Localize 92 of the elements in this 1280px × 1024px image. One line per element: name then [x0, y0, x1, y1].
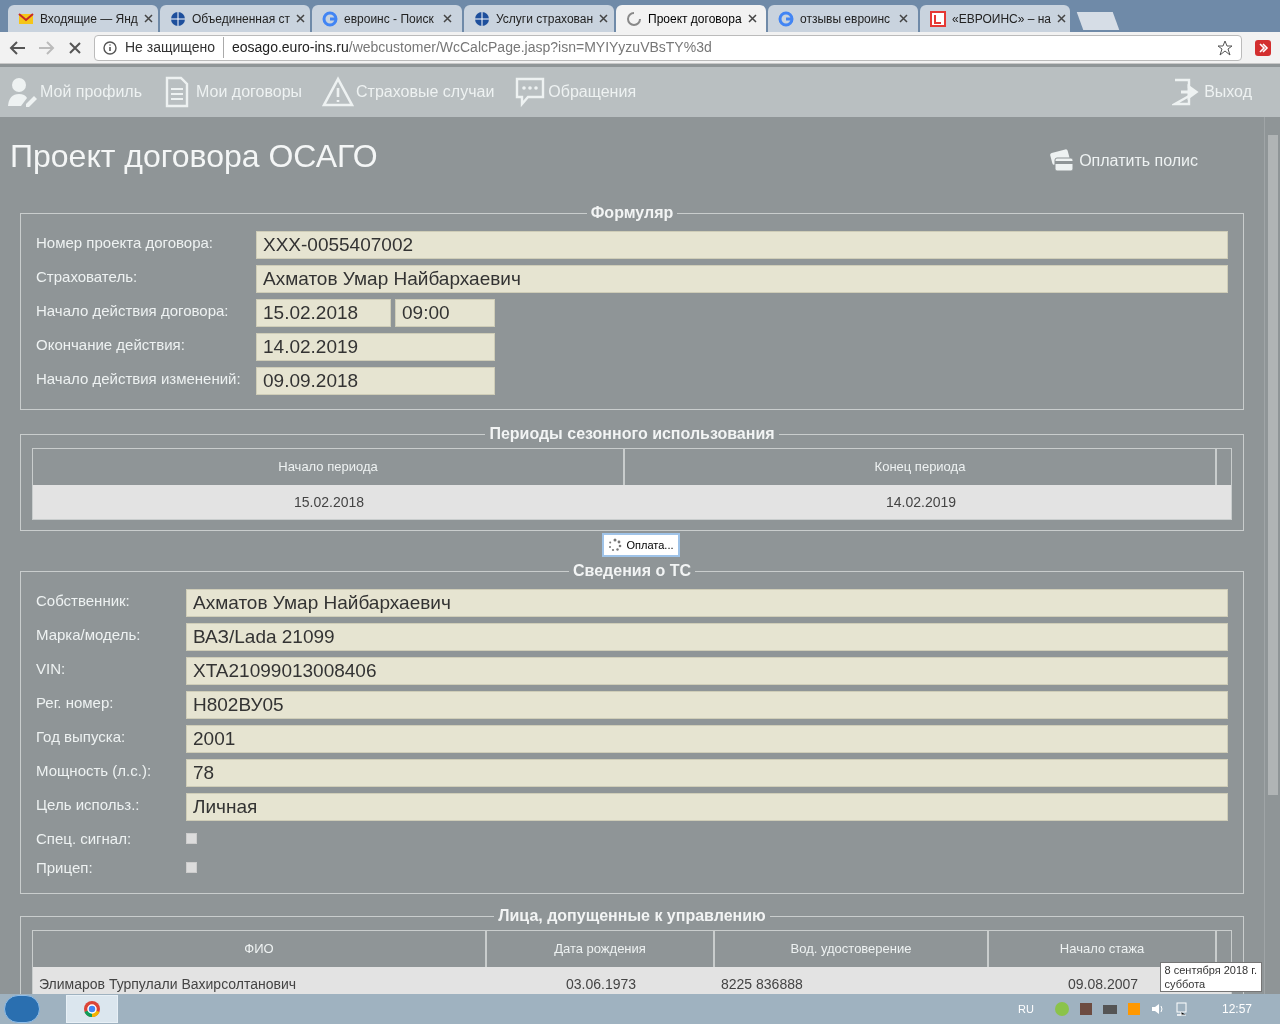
section-title: Формуляр [589, 203, 675, 223]
scrollbar[interactable] [1264, 117, 1280, 994]
table-cell-text: 15.02.2018 [293, 492, 365, 512]
loading-popup: Оплата... [602, 532, 680, 558]
field-label: Спец. сигнал: [36, 829, 133, 849]
checkbox[interactable] [186, 833, 197, 844]
field-label: Прицеп: [36, 858, 94, 878]
tooltip-line: суббота [1164, 977, 1207, 991]
field-label: Рег. номер: [36, 693, 115, 713]
globe-icon [170, 10, 186, 27]
input-field[interactable]: Ахматов Умар Найбархаевич [186, 589, 1228, 617]
close-icon[interactable] [443, 14, 452, 23]
tab-label: «ЕВРОИНС» – на [952, 10, 1052, 28]
tab-label: Услуги страхован [496, 10, 594, 28]
field-label: Начало действия договора: [36, 301, 230, 321]
browser-tab[interactable]: Входящие — Янд [8, 5, 158, 32]
field-label: Собственник: [36, 591, 131, 611]
payment-card-icon [1049, 149, 1076, 173]
mail-icon [18, 10, 34, 27]
table-cell-text: Элимаров Турпулали Вахирсолтанович [39, 974, 297, 994]
tab-label: евроинс - Поиск [344, 10, 435, 28]
field-label: Страхователь: [36, 267, 139, 287]
input-field[interactable]: 09.09.2018 [256, 367, 495, 395]
browser-tab[interactable]: Услуги страхован [464, 5, 614, 32]
field-label: VIN: [36, 659, 67, 679]
input-field[interactable]: 09:00 [395, 299, 495, 327]
input-field[interactable]: Н802ВУ05 [186, 691, 1228, 719]
browser-tab[interactable]: Проект договора [616, 5, 766, 32]
tab-label: Входящие — Янд [40, 10, 138, 28]
input-field[interactable]: 78 [186, 759, 1228, 787]
input-field[interactable]: Личная [186, 793, 1228, 821]
close-icon[interactable] [599, 14, 609, 23]
input-field[interactable]: 2001 [186, 725, 1228, 753]
tray-icon[interactable] [1077, 1001, 1094, 1017]
page-title: Проект договора ОСАГО [10, 137, 378, 176]
user-edit-icon [6, 76, 38, 108]
section-title: Периоды сезонного использования [488, 424, 776, 444]
speaker-icon[interactable] [1149, 1001, 1166, 1017]
input-field[interactable]: XTA21099013008406 [186, 657, 1228, 685]
browser-tab[interactable]: отзывы евроинс [768, 5, 918, 32]
tab-label: отзывы евроинс [800, 10, 892, 28]
field-label: Номер проекта договора: [36, 233, 214, 253]
close-icon[interactable] [296, 14, 305, 23]
close-icon[interactable] [899, 14, 908, 23]
field-label: Окончание действия: [36, 335, 186, 355]
checkbox[interactable] [186, 862, 197, 873]
speech-bubble-icon [514, 76, 547, 108]
g-letter-icon [322, 10, 338, 27]
close-icon[interactable] [143, 14, 153, 23]
input-field[interactable]: Ахматов Умар Найбархаевич [256, 265, 1228, 293]
back-icon[interactable] [8, 39, 26, 56]
browser-tab[interactable]: Объединенная ст [160, 5, 310, 32]
browser-icon [83, 1000, 101, 1018]
browser-tab[interactable]: «ЕВРОИНС» – на [920, 5, 1070, 32]
star-icon[interactable] [1217, 39, 1233, 56]
address-bar[interactable]: Не защищено eosago.euro-ins.ru/webcustomer/WcCalcPage.jasp?isn=MYIYyzuVBsTY%3d [94, 34, 1242, 61]
input-field[interactable]: 15.02.2018 [256, 299, 391, 327]
section-title: Лица, допущенные к управлению [497, 906, 767, 926]
field-label: Мощность (л.с.): [36, 761, 153, 781]
url-text: eosago.euro-ins.ru/webcustomer/WcCalcPage.jasp?isn=MYIYyzuVBsTY%3d [232, 38, 712, 57]
field-label: Цель использ.: [36, 795, 141, 815]
new-tab-button[interactable] [1076, 12, 1120, 30]
tab-label: Проект договора [648, 10, 742, 28]
close-icon[interactable] [747, 14, 757, 23]
table-cell-text: 14.02.2019 [885, 492, 957, 512]
loading-icon [626, 10, 642, 27]
field-label: Год выпуска: [36, 727, 127, 747]
browser-tab[interactable]: евроинс - Поиск [312, 5, 462, 32]
field-label: Начало действия изменений: [36, 369, 242, 389]
start-button[interactable] [4, 995, 40, 1023]
l-logo-icon [930, 10, 946, 27]
network-icon[interactable] [1173, 1001, 1190, 1017]
stop-icon[interactable] [68, 40, 82, 55]
chrome-taskbar-button[interactable] [66, 995, 118, 1023]
field-label: Марка/модель: [36, 625, 142, 645]
extension-icon[interactable] [1254, 38, 1272, 57]
table-cell-text: 09.08.2007 [1067, 974, 1139, 994]
exit-icon [1172, 77, 1201, 107]
tab-label: Объединенная ст [192, 10, 290, 28]
section-title: Сведения о ТС [572, 561, 692, 581]
close-icon[interactable] [1057, 14, 1067, 23]
input-field[interactable]: XXX-0055407002 [256, 231, 1228, 259]
warning-icon [322, 76, 355, 108]
info-icon [103, 40, 117, 55]
security-label: Не защищено [125, 37, 224, 58]
globe-icon [474, 10, 490, 27]
g-letter-icon [778, 10, 794, 27]
spinner-icon [608, 538, 623, 552]
input-field[interactable]: ВАЗ/Lada 21099 [186, 623, 1228, 651]
table-cell-text: 03.06.1973 [565, 974, 637, 994]
table-cell-text: 8225 836888 [721, 974, 803, 994]
input-field[interactable]: 14.02.2019 [256, 333, 495, 361]
